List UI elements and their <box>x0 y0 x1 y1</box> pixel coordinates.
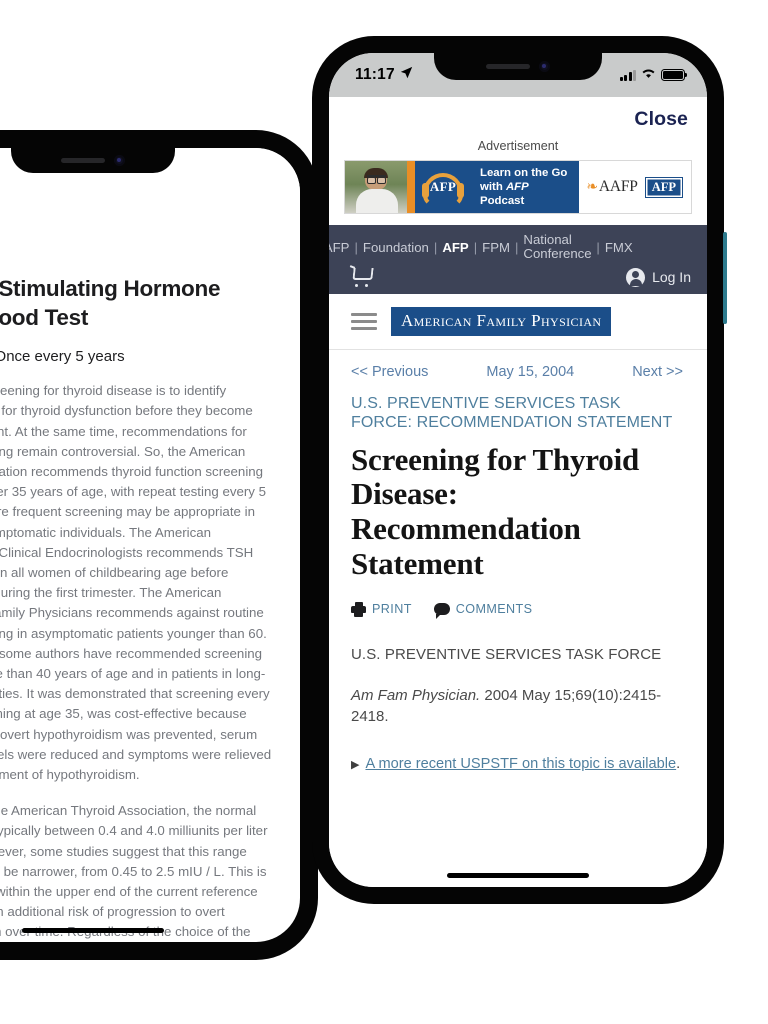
nav-separator: | <box>514 239 519 255</box>
ad-tagline-post: Podcast <box>480 195 525 208</box>
article-title: Screening for Thyroid Disease: Recommend… <box>351 441 640 581</box>
close-button[interactable]: Close <box>634 108 688 131</box>
print-button[interactable]: PRINT <box>351 602 412 618</box>
ad-sponsor-logos: ❧ AAFP AFP <box>579 161 691 213</box>
advertisement-banner[interactable]: AFP Learn on the Go with AFP Podcast ❧ AA… <box>344 160 692 214</box>
ad-tagline: Learn on the Go with AFP Podcast <box>471 161 580 213</box>
comments-label: COMMENTS <box>455 602 533 617</box>
ad-orange-stripe <box>407 161 415 213</box>
nav-link-foundation[interactable]: Foundation <box>363 240 429 255</box>
recent-uspstf-link[interactable]: A more recent USPSTF on this topic is av… <box>365 756 676 772</box>
advertisement-label: Advertisement <box>477 139 559 153</box>
aafp-logo: ❧ AAFP <box>586 178 638 196</box>
comments-button[interactable]: COMMENTS <box>433 602 533 620</box>
nav-separator: | <box>473 239 478 255</box>
earpiece-speaker-icon <box>486 64 530 69</box>
afp-badge: AFP <box>644 176 683 198</box>
aafp-logo-text: AAFP <box>598 178 638 195</box>
utility-nav-row2: Log In <box>329 262 707 287</box>
back-phone-screen: 11:17 ✕ Thyroid Stimulating Hormone (TSH… <box>0 148 300 942</box>
nav-separator: | <box>433 239 438 255</box>
site-utility-nav: AAFP | Foundation | AFP | FPM | National… <box>329 225 707 294</box>
cellular-signal-icon <box>619 69 636 81</box>
site-masthead: American Family Physician <box>329 293 707 350</box>
hamburger-menu-icon[interactable] <box>351 309 377 334</box>
triangle-bullet-icon: ▶ <box>351 758 360 771</box>
nav-link-fmx[interactable]: FMX <box>605 240 633 255</box>
front-phone-device: 11:17 Close Advertisement AFP Learn on t… <box>308 32 728 908</box>
article-notice: ▶ A more recent USPSTF on this topic is a… <box>351 754 685 775</box>
front-phone-home-indicator[interactable] <box>447 872 589 878</box>
battery-icon <box>661 69 688 81</box>
issue-date: May 15, 2004 <box>486 363 575 380</box>
flame-icon: ❧ <box>586 179 598 195</box>
regularity-row: Regularity: Once every 5 years <box>0 348 300 365</box>
ad-photo <box>345 161 407 213</box>
ad-tagline-line2: with AFP Podcast <box>480 180 570 209</box>
status-bar-left: 11:17 <box>355 66 413 84</box>
print-label: PRINT <box>372 602 412 617</box>
status-bar-right <box>619 66 688 84</box>
ad-afp-podcast-logo: AFP <box>415 161 471 213</box>
page-title: Thyroid Stimulating Hormone (TSH) Blood … <box>0 276 221 330</box>
speech-bubble-icon <box>433 603 450 620</box>
wifi-icon <box>641 66 656 84</box>
front-phone-notch <box>434 53 602 80</box>
nav-separator: | <box>596 239 600 255</box>
headphones-icon: AFP <box>422 170 464 207</box>
nav-link-national-conference[interactable]: National Conference <box>523 232 591 262</box>
ad-tagline-pre: with <box>480 180 506 193</box>
article-actions: PRINT COMMENTS <box>351 602 685 620</box>
front-camera-icon <box>114 155 125 166</box>
citation-journal: Am Fam Physician. <box>351 687 481 705</box>
back-phone-content: ✕ Thyroid Stimulating Hormone (TSH) Bloo… <box>0 192 300 942</box>
article-organization: U.S. PREVENTIVE SERVICES TASK FORCE <box>351 646 662 664</box>
article-eyebrow: U.S. PREVENTIVE SERVICES TASK FORCE: REC… <box>351 394 673 432</box>
shopping-cart-icon[interactable] <box>351 268 373 287</box>
body-paragraph-2: According to the American Thyroid Associ… <box>0 803 268 940</box>
front-camera-icon <box>539 61 550 72</box>
ad-tagline-em: AFP <box>505 180 529 193</box>
ad-photo-glasses <box>367 175 386 184</box>
earpiece-speaker-icon <box>61 158 105 163</box>
close-bar: Close <box>329 97 707 136</box>
front-phone-power-button[interactable] <box>723 232 727 324</box>
back-phone-device: 11:17 ✕ Thyroid Stimulating Hormone (TSH… <box>0 126 322 964</box>
body-paragraph-1: The goal of screening for thyroid diseas… <box>0 383 272 782</box>
back-phone-notch <box>11 148 175 173</box>
account-avatar-icon <box>626 267 646 287</box>
regularity-value: Once every 5 years <box>0 348 125 366</box>
article-citation: Am Fam Physician. 2004 May 15;69(10):241… <box>351 685 685 728</box>
nav-link-aafp[interactable]: AAFP <box>329 240 349 255</box>
screenshot-canvas: 11:17 ✕ Thyroid Stimulating Hormone (TSH… <box>0 0 768 1024</box>
ad-tagline-line1: Learn on the Go <box>480 166 568 179</box>
afp-masthead-logo[interactable]: American Family Physician <box>391 306 612 336</box>
printer-icon <box>351 602 366 618</box>
next-issue-link[interactable]: Next >> <box>632 364 683 380</box>
front-phone-webview[interactable]: Close Advertisement AFP Learn on the Go … <box>329 97 707 887</box>
utility-nav-links: AAFP | Foundation | AFP | FPM | National… <box>329 232 707 262</box>
nav-separator: | <box>354 239 358 255</box>
front-phone-screen: 11:17 Close Advertisement AFP Learn on t… <box>329 53 707 887</box>
nav-link-afp[interactable]: AFP <box>442 240 468 255</box>
issue-pager: << Previous May 15, 2004 Next >> <box>329 350 707 392</box>
article-body: U.S. PREVENTIVE SERVICES TASK FORCE: REC… <box>329 394 707 775</box>
back-phone-home-indicator[interactable] <box>22 927 164 933</box>
login-label: Log In <box>652 269 691 285</box>
notice-period: . <box>676 755 681 772</box>
previous-issue-link[interactable]: << Previous <box>351 364 428 380</box>
status-bar-time: 11:17 <box>355 66 395 83</box>
location-arrow-icon <box>400 66 413 84</box>
login-button[interactable]: Log In <box>626 267 691 287</box>
ad-logo-word: AFP <box>429 179 457 194</box>
nav-link-fpm[interactable]: FPM <box>482 240 510 255</box>
